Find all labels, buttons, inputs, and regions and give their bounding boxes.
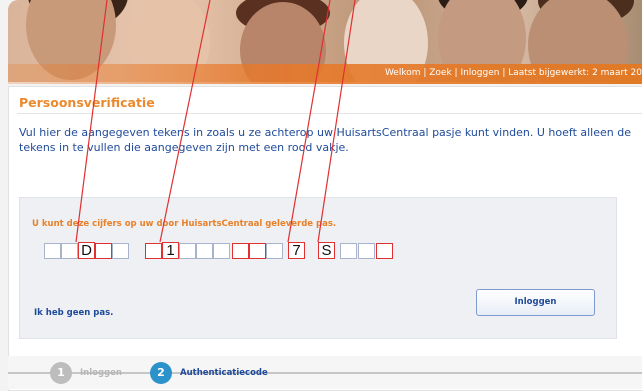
- verification-box: U kunt deze cijfers op uw door HuisartsC…: [19, 197, 617, 339]
- code-cell-red[interactable]: [376, 243, 393, 259]
- code-cell: [340, 243, 357, 259]
- title-divider: [17, 113, 642, 114]
- verification-instruction: U kunt deze cijfers op uw door HuisartsC…: [32, 219, 337, 229]
- step-indicator: 1 Inloggen 2 Authenticatiecode: [8, 356, 642, 389]
- step-1-circle: 1: [50, 362, 72, 384]
- code-cell: [112, 243, 129, 259]
- code-cell-red[interactable]: [145, 243, 162, 259]
- step-1-label: Inloggen: [80, 368, 122, 378]
- header-nav-bar: Welkom | Zoek | Inloggen | Laatst bijgew…: [8, 64, 642, 84]
- step-2-label: Authenticatiecode: [180, 368, 268, 378]
- code-cell: [266, 243, 283, 259]
- login-button[interactable]: Inloggen: [476, 289, 595, 316]
- code-cell-red[interactable]: [232, 243, 249, 259]
- code-input-2[interactable]: 1: [162, 242, 179, 259]
- page-title: Persoonsverificatie: [19, 95, 155, 110]
- code-cell: [196, 243, 213, 259]
- code-cell: [179, 243, 196, 259]
- no-pass-link[interactable]: Ik heb geen pas.: [34, 308, 113, 318]
- code-cell: [61, 243, 78, 259]
- code-input-3[interactable]: 7: [288, 242, 305, 259]
- code-cell: [358, 243, 375, 259]
- step-2-circle: 2: [150, 362, 172, 384]
- code-input-1[interactable]: D: [78, 242, 95, 259]
- code-cell: [213, 243, 230, 259]
- header-nav-links[interactable]: Welkom | Zoek | Inloggen | Laatst bijgew…: [385, 68, 642, 78]
- code-cell-red[interactable]: [95, 243, 112, 259]
- content-panel: Persoonsverificatie Vul hier de aangegev…: [8, 86, 642, 391]
- code-input-4[interactable]: S: [318, 242, 335, 259]
- intro-text: Vul hier de aangegeven tekens in zoals u…: [19, 126, 631, 154]
- code-cell-red[interactable]: [249, 243, 266, 259]
- code-cell: [44, 243, 61, 259]
- page: Welkom | Zoek | Inloggen | Laatst bijgew…: [0, 0, 642, 391]
